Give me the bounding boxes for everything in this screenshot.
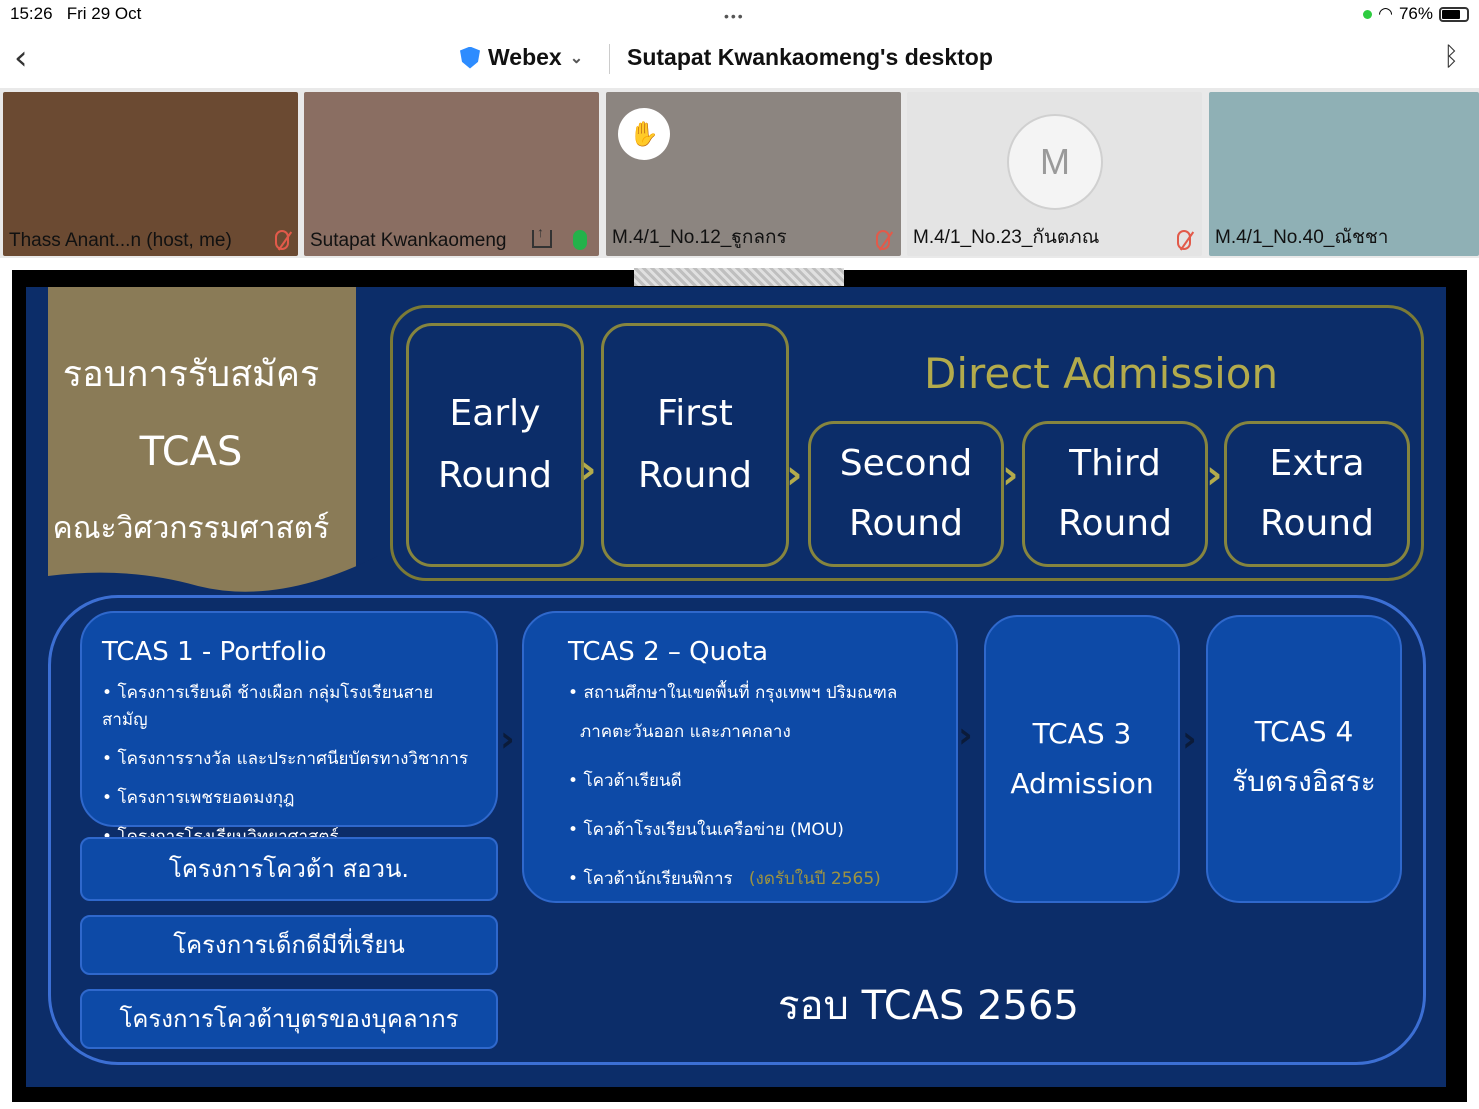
- tcas2-item: โควต้านักเรียนพิการ (งดรับในปี 2565): [568, 865, 912, 892]
- meeting-nav-bar: ‹ Webex ⌄ Sutapat Kwankaomeng's desktop …: [0, 30, 1479, 88]
- arrow-right-icon: ›: [580, 447, 597, 493]
- participant-strip[interactable]: Thass Anant...n (host, me) Sutapat Kwank…: [0, 88, 1479, 258]
- round-extra: Extra Round: [1224, 421, 1410, 567]
- app-name: Webex: [488, 44, 562, 70]
- status-right: ◠ 76%: [1363, 4, 1469, 24]
- mic-on-icon: [573, 230, 587, 250]
- participant-name: M.4/1_No.23_กันตภณ: [913, 227, 1100, 248]
- tcas4-line2: รับตรงอิสระ: [1232, 765, 1376, 798]
- chevron-left-icon[interactable]: ‹: [14, 38, 28, 78]
- project-bar: โครงการเด็กดีมีที่เรียน: [80, 915, 498, 975]
- participant-tile[interactable]: M.4/1_No.40_ณัชชา: [1209, 92, 1479, 256]
- share-drag-handle[interactable]: [634, 268, 844, 286]
- project-bar: โครงการโควต้า สอวน.: [80, 837, 498, 901]
- tcas1-item: โครงการเรียนดี ช้างเผือก กลุ่มโรงเรียนสา…: [102, 679, 476, 733]
- tcas1-title: TCAS 1 - Portfolio: [102, 637, 327, 667]
- status-bar: 15:26 Fri 29 Oct ••• ◠ 76%: [0, 0, 1479, 30]
- battery-percent: 76%: [1398, 4, 1433, 23]
- participant-name: M.4/1_No.40_ณัชชา: [1215, 227, 1389, 248]
- tcas1-item: โครงการเพชรยอดมงกุฎ: [102, 784, 476, 811]
- tcas2-panel: TCAS 2 – Quota สถานศึกษาในเขตพื้นที่ กรุ…: [522, 611, 958, 903]
- avatar: M: [1007, 114, 1103, 210]
- participant-name: Thass Anant...n (host, me): [9, 230, 232, 251]
- divider: [609, 44, 610, 74]
- arrow-right-icon: ›: [500, 719, 515, 760]
- wifi-icon: ◠: [1378, 4, 1393, 23]
- participant-tile[interactable]: Thass Anant...n (host, me): [3, 92, 298, 256]
- arrow-right-icon: ›: [958, 715, 973, 756]
- round-second: Second Round: [808, 421, 1004, 567]
- participant-tile[interactable]: ✋ M.4/1_No.12_ฐูกลกร: [606, 92, 901, 256]
- camera-indicator-icon: [1363, 9, 1373, 19]
- tcas2-title: TCAS 2 – Quota: [568, 637, 769, 667]
- slide-heading-line2: TCAS: [139, 429, 243, 475]
- direct-admission-label: Direct Admission: [924, 349, 1279, 398]
- slide-heading-line1: รอบการรับสมัคร: [62, 354, 320, 395]
- chevron-down-icon: ⌄: [569, 49, 584, 67]
- shared-desktop-title: Sutapat Kwankaomeng's desktop: [627, 44, 993, 70]
- tcas2-item: สถานศึกษาในเขตพื้นที่ กรุงเทพฯ ปริมณฑล: [568, 679, 912, 706]
- arrow-right-icon: ›: [786, 452, 803, 498]
- round-early: Early Round: [406, 323, 584, 567]
- arrow-right-icon: ›: [1002, 452, 1019, 498]
- slide-heading-line3: คณะวิศวกรรมศาสตร์: [52, 511, 330, 546]
- tcas1-item: โครงการรางวัล และประกาศนียบัตรทางวิชาการ: [102, 745, 476, 772]
- round-third: Third Round: [1022, 421, 1208, 567]
- project-bar: โครงการโควต้าบุตรของบุคลากร: [80, 989, 498, 1049]
- status-time: 15:26 Fri 29 Oct: [10, 4, 142, 23]
- share-screen-icon: [532, 224, 552, 248]
- battery-icon: [1439, 6, 1469, 22]
- mic-muted-icon: [1177, 230, 1191, 250]
- bluetooth-icon[interactable]: ᛒ: [1443, 42, 1459, 72]
- participant-name: Sutapat Kwankaomeng: [310, 230, 507, 251]
- tcas2-item: โควต้าโรงเรียนในเครือข่าย (MOU): [568, 816, 912, 843]
- mic-muted-icon: [275, 230, 289, 250]
- tcas2-note: (งดรับในปี 2565): [748, 869, 881, 889]
- participant-tile[interactable]: Sutapat Kwankaomeng: [304, 92, 599, 256]
- slide-footer-title: รอบ TCAS 2565: [778, 983, 1079, 1029]
- tcas3-line2: Admission: [1010, 767, 1154, 800]
- mic-muted-icon: [876, 230, 890, 250]
- arrow-right-icon: ›: [1182, 719, 1197, 760]
- shield-icon: [460, 46, 480, 69]
- arrow-right-icon: ›: [1206, 452, 1223, 498]
- webex-menu-button[interactable]: Webex ⌄: [460, 44, 583, 71]
- tcas3-line1: TCAS 3: [1032, 717, 1132, 750]
- tcas4-line1: TCAS 4: [1254, 715, 1354, 748]
- tcas4-panel: TCAS 4 รับตรงอิสระ: [1206, 615, 1402, 903]
- multitask-dots-icon[interactable]: •••: [724, 8, 745, 24]
- participant-tile[interactable]: M M.4/1_No.23_กันตภณ: [907, 92, 1202, 256]
- tcas1-panel: TCAS 1 - Portfolio โครงการเรียนดี ช้างเผ…: [80, 611, 498, 847]
- participant-name: M.4/1_No.12_ฐูกลกร: [612, 227, 787, 248]
- tcas3-panel: TCAS 3 Admission: [984, 615, 1180, 903]
- raise-hand-icon: ✋: [618, 108, 670, 160]
- tcas2-item-cont: ภาคตะวันออก และภาคกลาง: [580, 722, 791, 742]
- tcas2-item: โควต้าเรียนดี: [568, 767, 912, 794]
- presentation-slide: รอบการรับสมัคร TCAS คณะวิศวกรรมศาสตร์ Di…: [26, 287, 1446, 1087]
- round-first: First Round: [601, 323, 789, 567]
